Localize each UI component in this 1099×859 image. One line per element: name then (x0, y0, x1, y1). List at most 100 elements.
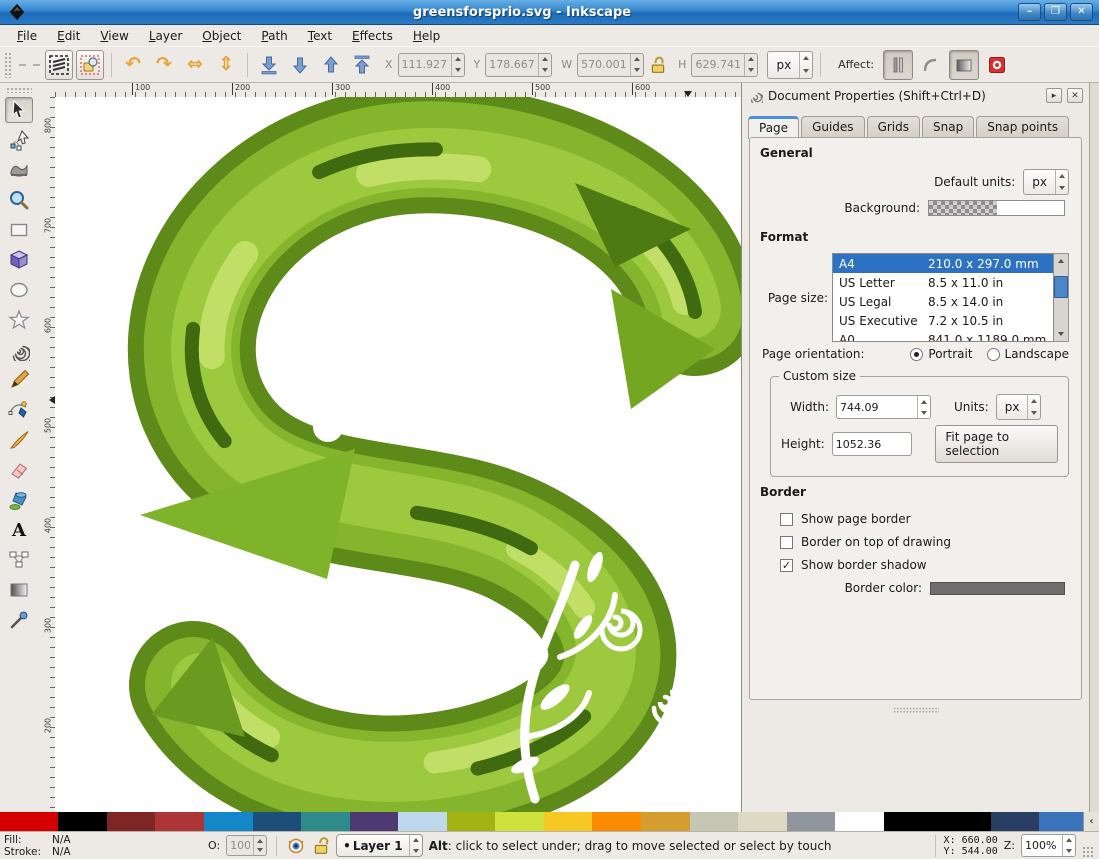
palette-swatch[interactable] (107, 812, 156, 831)
page-size-list[interactable]: A4210.0 x 297.0 mm US Letter8.5 x 11.0 i… (832, 253, 1054, 342)
page-size-scrollbar[interactable] (1054, 253, 1069, 342)
spinner-arrows-icon[interactable] (744, 54, 757, 76)
background-color-swatch[interactable] (928, 200, 1065, 216)
palette-swatch[interactable] (991, 812, 1040, 831)
tool-node-editor-button[interactable] (5, 127, 33, 153)
move-patterns-toggle[interactable] (982, 50, 1012, 80)
current-layer-dropdown[interactable]: Layer 1 (336, 834, 422, 857)
scale-corners-toggle[interactable] (916, 50, 946, 80)
layer-lock-icon[interactable] (312, 837, 330, 855)
y-field[interactable] (485, 53, 552, 77)
page-size-row-a0[interactable]: A0841.0 x 1189.0 mm (833, 330, 1053, 342)
tab-snap-points[interactable]: Snap points (976, 116, 1069, 138)
tool-calligraphy-button[interactable] (5, 427, 33, 453)
vertical-ruler[interactable]: 800 700 600 500 400 300 200 (38, 97, 55, 812)
show-border-shadow-checkbox[interactable]: Show border shadow (780, 558, 1069, 572)
lower-button[interactable] (286, 50, 314, 80)
spinner-arrows-icon[interactable] (451, 54, 464, 76)
tool-gradient-button[interactable] (5, 577, 33, 603)
palette-swatch[interactable] (398, 812, 447, 831)
canvas[interactable] (55, 97, 741, 812)
spinner-arrows-icon[interactable] (1062, 835, 1075, 856)
custom-units-dropdown[interactable]: px (996, 394, 1042, 420)
tab-guides[interactable]: Guides (801, 116, 865, 138)
palette-swatch[interactable] (155, 812, 204, 831)
window-resize-grip[interactable] (1082, 846, 1095, 859)
palette-swatch[interactable] (787, 812, 836, 831)
fill-value[interactable]: N/A (52, 834, 202, 846)
tool-selector-button[interactable] (5, 97, 33, 123)
tab-grids[interactable]: Grids (867, 116, 920, 138)
menu-effects[interactable]: Effects (343, 27, 402, 45)
select-all-button[interactable] (45, 50, 73, 80)
close-button[interactable]: ✕ (1070, 3, 1093, 21)
palette-swatch[interactable] (447, 812, 496, 831)
menu-path[interactable]: Path (252, 27, 296, 45)
flip-vertical-button[interactable]: ⇕ (212, 50, 240, 80)
menu-layer[interactable]: Layer (140, 27, 191, 45)
toolbar-grip[interactable] (4, 52, 12, 78)
dock-edge-strip[interactable] (1089, 83, 1099, 812)
palette-swatch[interactable] (204, 812, 253, 831)
tool-paint-bucket-button[interactable] (5, 487, 33, 513)
tool-connector-button[interactable] (5, 547, 33, 573)
dropdown-arrows-icon[interactable] (1027, 395, 1040, 419)
rotate-ccw-button[interactable]: ↶ (119, 50, 147, 80)
tool-dropper-button[interactable] (5, 607, 33, 633)
zoom-field[interactable] (1021, 834, 1076, 857)
tool-rectangle-button[interactable] (5, 217, 33, 243)
palette-swatch[interactable] (884, 812, 991, 831)
border-color-swatch[interactable] (930, 582, 1065, 595)
palette-swatch[interactable] (253, 812, 302, 831)
lower-to-bottom-button[interactable] (255, 50, 283, 80)
scroll-down-icon[interactable] (1054, 327, 1068, 341)
spinner-arrows-icon[interactable] (538, 54, 551, 76)
tool-bezier-pen-button[interactable] (5, 397, 33, 423)
raise-to-top-button[interactable] (348, 50, 376, 80)
palette-scroll-left-icon[interactable] (1083, 812, 1099, 831)
menu-text[interactable]: Text (299, 27, 341, 45)
fit-page-to-selection-button[interactable]: Fit page to selection (935, 425, 1058, 463)
page-size-row-us-legal[interactable]: US Legal8.5 x 14.0 in (833, 292, 1053, 311)
width-field[interactable] (836, 395, 931, 419)
lock-dimensions-icon[interactable] (649, 56, 667, 74)
menu-object[interactable]: Object (193, 27, 250, 45)
rotate-cw-button[interactable]: ↷ (150, 50, 178, 80)
palette-swatch[interactable] (1039, 812, 1083, 831)
tool-star-button[interactable] (5, 307, 33, 333)
tool-3d-box-button[interactable] (5, 247, 33, 273)
flip-horizontal-button[interactable]: ⇔ (181, 50, 209, 80)
h-field[interactable] (691, 53, 758, 77)
default-units-dropdown[interactable]: px (1023, 169, 1069, 195)
palette-swatch[interactable] (495, 812, 544, 831)
panel-resize-grip[interactable] (893, 707, 939, 714)
dropdown-arrows-icon[interactable] (1055, 170, 1068, 194)
tab-snap[interactable]: Snap (922, 116, 974, 138)
opacity-field[interactable] (226, 835, 267, 856)
tab-page[interactable]: Page (748, 116, 799, 139)
toolbar-units-dropdown[interactable]: px (767, 51, 813, 79)
tool-eraser-button[interactable] (5, 457, 33, 483)
horizontal-ruler[interactable]: 100 200 300 400 500 600 (55, 83, 741, 97)
palette-swatch[interactable] (544, 812, 593, 831)
palette-swatch[interactable] (58, 812, 107, 831)
tool-zoom-button[interactable] (5, 187, 33, 213)
tool-ellipse-button[interactable] (5, 277, 33, 303)
dropdown-arrows-icon[interactable] (799, 52, 812, 78)
page-size-row-a4[interactable]: A4210.0 x 297.0 mm (833, 254, 1053, 273)
x-field[interactable] (398, 53, 465, 77)
palette-swatch[interactable] (0, 812, 58, 831)
page-size-row-us-executive[interactable]: US Executive7.2 x 10.5 in (833, 311, 1053, 330)
scale-stroke-toggle[interactable] (883, 50, 913, 80)
panel-dock-button[interactable]: ▸ (1046, 88, 1062, 103)
raise-button[interactable] (317, 50, 345, 80)
toolbox-grip[interactable] (6, 87, 32, 93)
scrollbar-thumb[interactable] (1054, 276, 1068, 298)
palette-swatch[interactable] (592, 812, 641, 831)
palette-swatch[interactable] (641, 812, 690, 831)
panel-close-button[interactable]: ✕ (1067, 88, 1083, 103)
stroke-value[interactable]: N/A (52, 846, 202, 858)
palette-swatch[interactable] (690, 812, 739, 831)
move-gradients-toggle[interactable] (949, 50, 979, 80)
minimize-button[interactable]: – (1018, 3, 1041, 21)
